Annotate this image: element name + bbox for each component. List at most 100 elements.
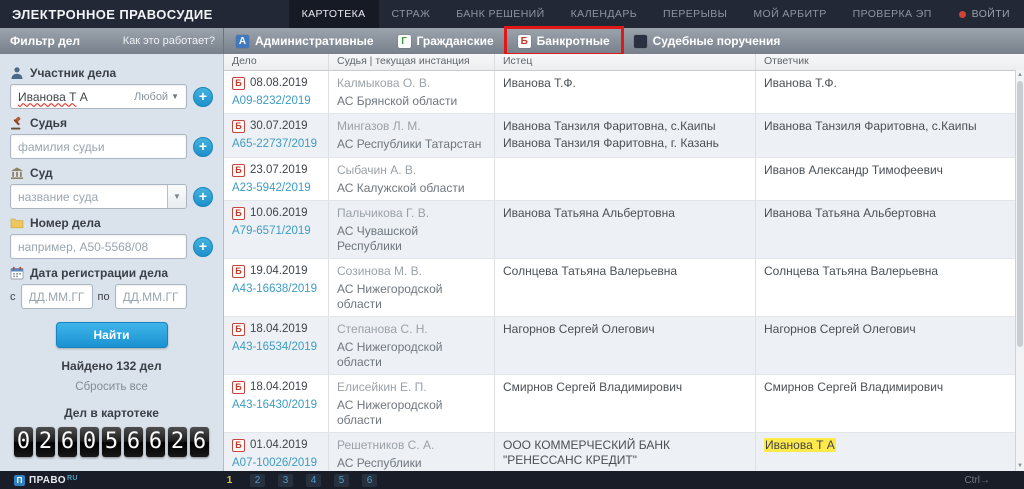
counter-digit: 5 [102,427,121,457]
judge-name: Калмыкова О. В. [337,76,486,91]
case-number-link[interactable]: А43-16638/2019 [232,282,317,297]
add-participant-button[interactable]: + [193,87,213,107]
table-body: Б08.08.2019А09-8232/2019 Калмыкова О. В. А… [224,71,1024,471]
case-number-link[interactable]: А79-6571/2019 [232,224,311,239]
pravo-logo-domain: RU [67,475,78,482]
judge-cell: Степанова С. Н.АС Нижегородской области [329,317,495,374]
judge-name: Сыбачин А. В. [337,163,486,178]
case-cell: Б23.07.2019А23-5942/2019 [224,158,329,200]
page-button-2[interactable]: 2 [250,474,265,487]
top-nav-item-3[interactable]: БАНК РЕШЕНИЙ [443,0,557,28]
scroll-down-arrow-icon[interactable]: ▼ [1016,463,1024,469]
defendant-cell: Иванов Александр Тимофеевич [756,158,1024,200]
defendant-cell: Иванова Т А [756,433,1024,471]
add-judge-button[interactable]: + [193,137,213,157]
case-type-tab-2[interactable]: ГГражданские [386,28,506,54]
top-nav-item-7[interactable]: ПРОВЕРКА ЭП [840,0,945,28]
plaintiff-cell: Смирнов Сергей Владимирович [495,375,756,432]
defendant-name: Смирнов Сергей Владимирович [764,380,1015,395]
page-button-1[interactable]: 1 [222,474,237,487]
table-row[interactable]: Б18.04.2019А43-16430/2019Елисейкин Е. П.… [224,375,1024,433]
page-button-4[interactable]: 4 [306,474,321,487]
date-to-label: по [98,291,110,303]
scroll-up-arrow-icon[interactable]: ▲ [1016,72,1024,78]
case-cell: Б08.08.2019А09-8232/2019 [224,71,329,113]
table-row[interactable]: Б30.07.2019А65-22737/2019 Мингазов Л. М. А… [224,114,1024,158]
participant-role-dropdown[interactable]: Любой ▼ [134,91,179,103]
date-from-input[interactable] [21,284,93,309]
case-cell: Б30.07.2019А65-22737/2019 [224,114,329,157]
court-select-placeholder: название суда [18,185,166,208]
case-type-tab-3[interactable]: ББанкротные [506,28,622,54]
bankruptcy-case-icon: Б [232,207,245,220]
table-row[interactable]: Б10.06.2019А79-6571/2019Пальчикова Г. В.… [224,201,1024,259]
participant-input[interactable]: Иванова Т А Любой ▼ [10,84,187,109]
case-type-tab-4[interactable]: Судебные поручения [622,28,793,54]
judge-name: Елисейкин Е. П. [337,380,486,395]
case-cell: Б10.06.2019А79-6571/2019 [224,201,329,258]
judge-name: Степанова С. Н. [337,322,486,337]
defendant-name: Иванова Т А [764,438,1015,453]
judge-cell: Сыбачин А. В. АС Калужской области [329,158,495,200]
court-name: АС Калужской области [337,181,486,196]
table-scrollbar[interactable]: ▲ ▼ [1015,70,1024,471]
search-button[interactable]: Найти [56,322,168,348]
case-cell: Б18.04.2019А43-16534/2019 [224,317,329,374]
court-select[interactable]: название суда ▼ [10,184,187,209]
pravo-logo-text: ПРАВОRU [29,475,78,486]
top-nav-item-4[interactable]: КАЛЕНДАРЬ [558,0,650,28]
defendant-cell: Иванова Танзиля Фаритовна, с.Каипы [756,114,1024,157]
page-button-5[interactable]: 5 [334,474,349,487]
table-row[interactable]: Б23.07.2019А23-5942/2019 Сыбачин А. В. АС … [224,158,1024,201]
chevron-down-icon: ▼ [171,92,179,101]
login-status-dot-icon [959,11,966,18]
participant-value-misspelled: Иванова Т [18,90,76,104]
page-button-3[interactable]: 3 [278,474,293,487]
app-title: ЭЛЕКТРОННОЕ ПРАВОСУДИЕ [0,7,225,22]
case-number-link[interactable]: А65-22737/2019 [232,137,317,152]
judge-cell: Пальчикова Г. В.АС Чувашской Республики [329,201,495,258]
add-case-number-button[interactable]: + [193,237,213,257]
add-court-button[interactable]: + [193,187,213,207]
reset-all-link[interactable]: Сбросить все [10,381,213,393]
table-row[interactable]: Б19.04.2019А43-16638/2019Созинова М. В.А… [224,259,1024,317]
login-button[interactable]: ВОЙТИ [945,8,1024,20]
top-nav-item-5[interactable]: ПЕРЕРЫВЫ [650,0,740,28]
date-from-label: с [10,291,16,303]
case-folder-icon [10,216,24,230]
case-type-tab-1[interactable]: ААдминистративные [224,28,386,54]
case-type-tab-label: Судебные поручения [653,34,781,48]
defendant-cell: Иванова Татьяна Альбертовна [756,201,1024,258]
judge-name: Мингазов Л. М. [337,119,486,134]
date-to-input[interactable] [115,284,187,309]
table-row[interactable]: Б08.08.2019А09-8232/2019 Калмыкова О. В. А… [224,71,1024,114]
bankruptcy-case-icon: Б [232,77,245,90]
case-number-link[interactable]: А23-5942/2019 [232,181,311,196]
top-bar: ЭЛЕКТРОННОЕ ПРАВОСУДИЕ КАРТОТЕКАСТРАЖБАН… [0,0,1024,28]
table-row[interactable]: Б01.04.2019А07-10026/2019Решетников С. А… [224,433,1024,471]
court-name: АС Республики Татарстан [337,137,486,152]
case-date: 19.04.2019 [250,264,308,279]
scrollbar-thumb[interactable] [1017,81,1023,347]
top-nav-item-1[interactable]: КАРТОТЕКА [289,0,379,28]
how-it-works-link[interactable]: Как это работает? [123,35,215,47]
case-number-input[interactable] [10,234,187,259]
counter-digit: 0 [14,427,33,457]
defendant-cell: Солнцева Татьяна Валерьевна [756,259,1024,316]
top-nav-item-6[interactable]: МОЙ АРБИТР [740,0,839,28]
case-number-link[interactable]: А43-16430/2019 [232,398,317,413]
case-number-link[interactable]: А43-16534/2019 [232,340,317,355]
filter-sub-bar-left: Фильтр дел Как это работает? [0,28,224,54]
top-nav-item-2[interactable]: СТРАЖ [379,0,444,28]
table-row[interactable]: Б18.04.2019А43-16534/2019Степанова С. Н.… [224,317,1024,375]
case-number-link[interactable]: А07-10026/2019 [232,456,317,471]
case-number-section-label: Номер дела [10,216,213,230]
case-number-link[interactable]: А09-8232/2019 [232,94,311,109]
defendant-name: Иванов Александр Тимофеевич [764,163,1015,178]
judge-input[interactable] [10,134,187,159]
defendant-cell: Иванова Т.Ф. [756,71,1024,113]
court-select-arrow-icon[interactable]: ▼ [167,185,186,208]
case-cell: Б19.04.2019А43-16638/2019 [224,259,329,316]
main-area: Участник дела Иванова Т А Любой ▼ + Судь… [0,54,1024,471]
page-button-6[interactable]: 6 [362,474,377,487]
